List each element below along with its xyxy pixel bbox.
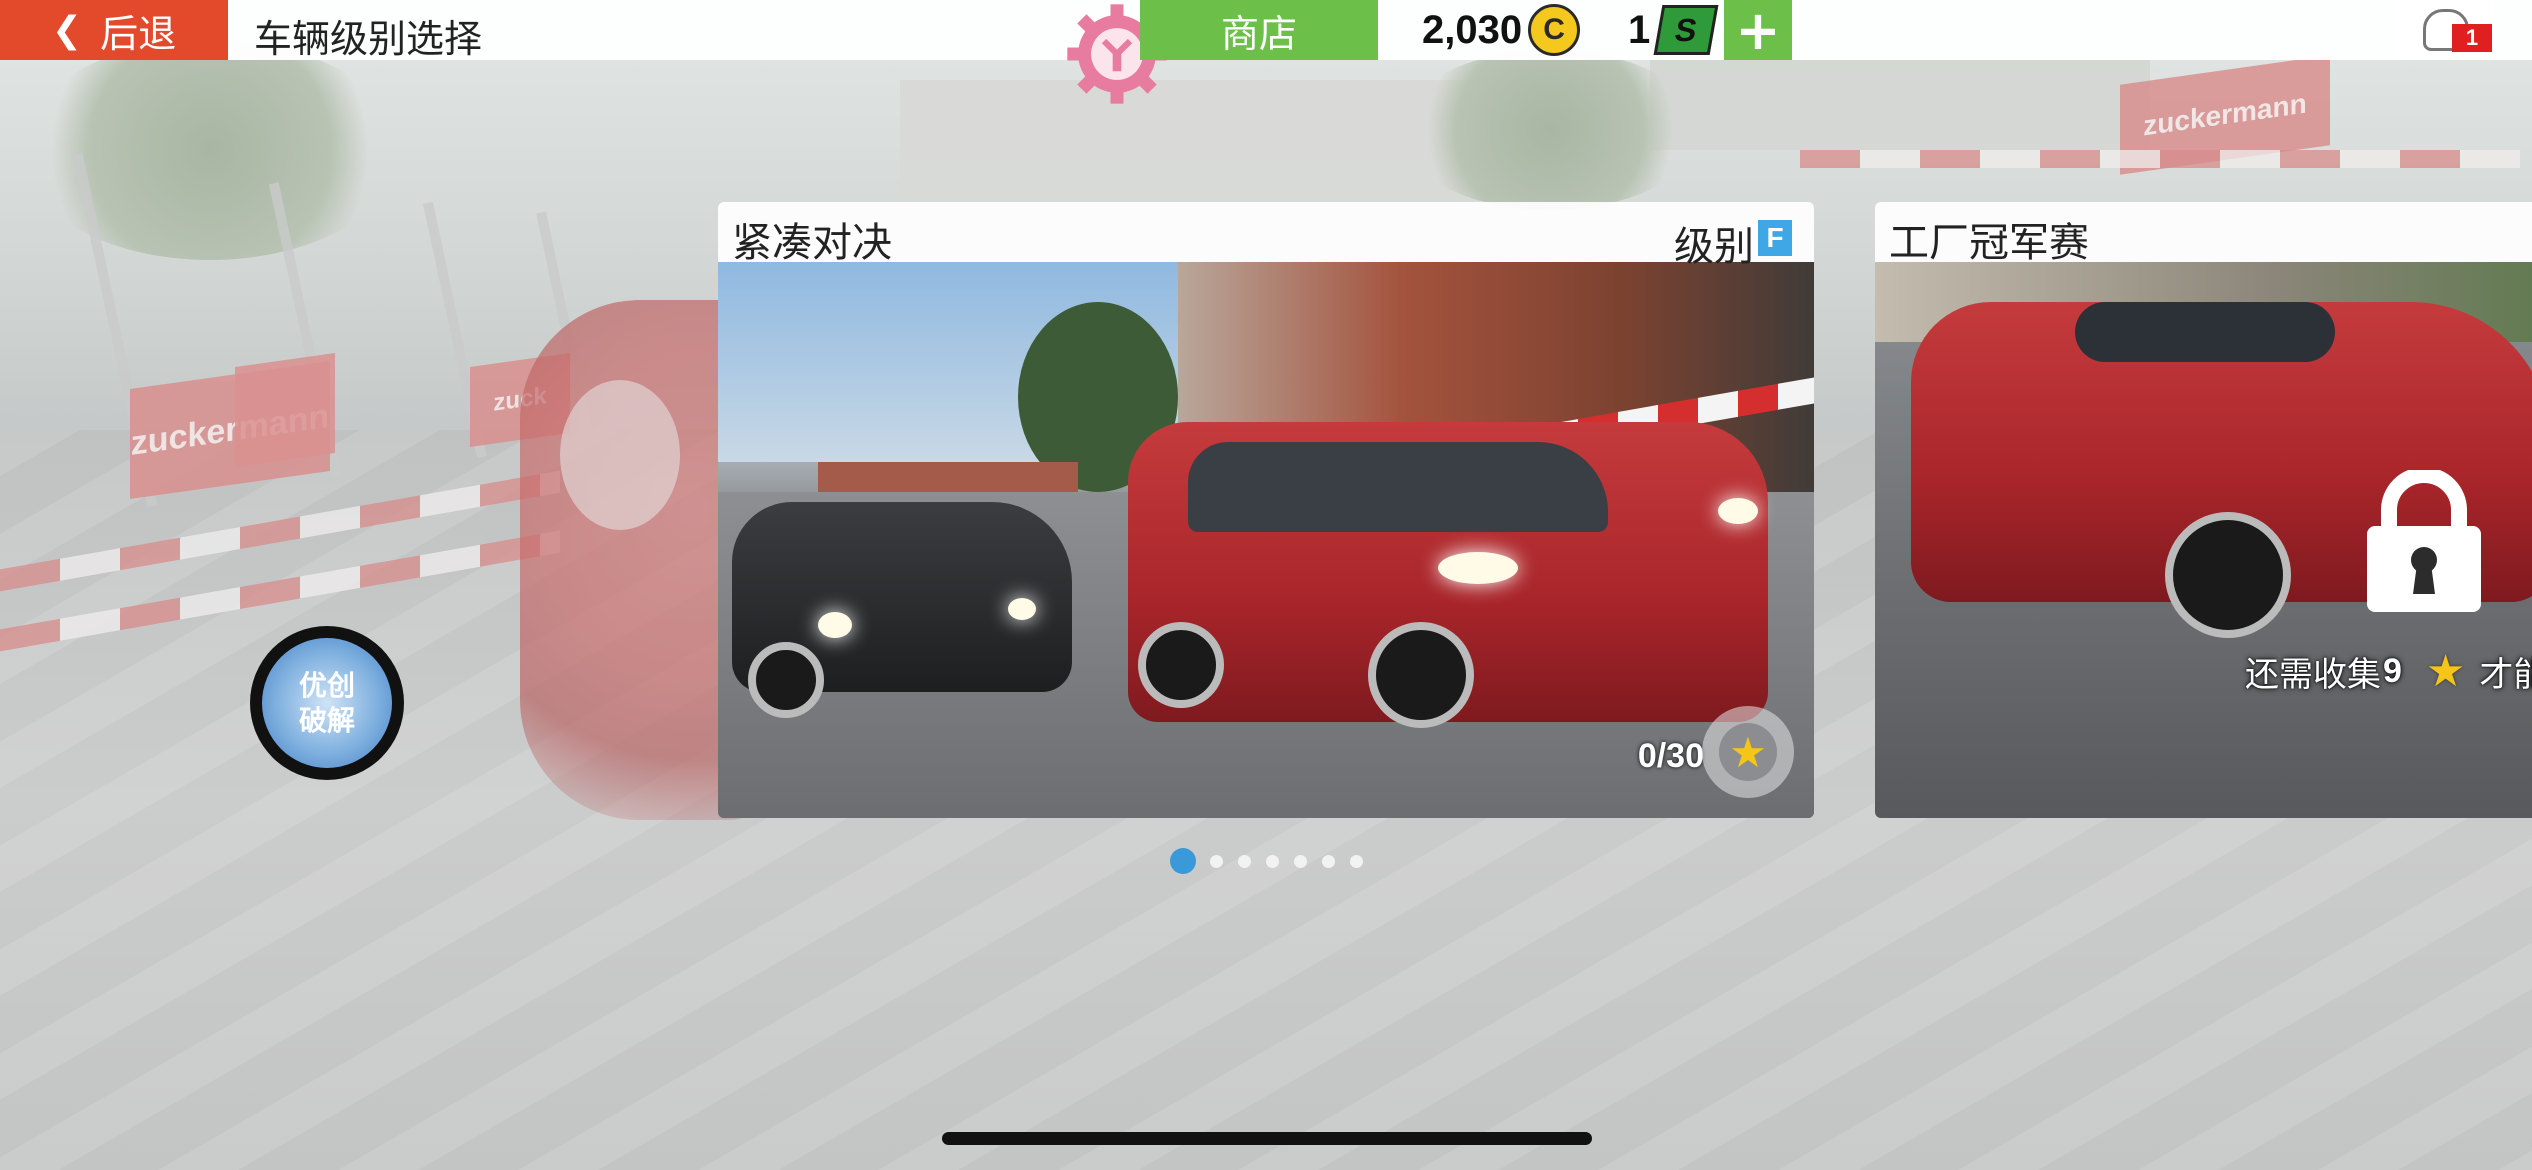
- card-header: 工厂冠军赛: [1875, 202, 2532, 266]
- page-dot[interactable]: [1266, 854, 1279, 868]
- card-class: 级别 F: [1674, 214, 1792, 272]
- black-car-headlight: [1008, 598, 1036, 620]
- background-building: [1650, 60, 2150, 150]
- unlock-count: 9: [2383, 652, 2402, 690]
- class-label: 级别: [1674, 224, 1754, 270]
- black-car-wheel: [748, 642, 824, 718]
- card-title: 工厂冠军赛: [1889, 220, 2089, 266]
- supercoin-amount: 1: [1628, 7, 1651, 52]
- page-dot[interactable]: [1322, 854, 1335, 868]
- background-car-light: [560, 380, 680, 530]
- series-card-compact[interactable]: 紧凑对决 级别 F 0/30 ★: [718, 202, 1814, 818]
- red-car-wheel: [1138, 622, 1224, 708]
- watermark-line2: 破解: [298, 704, 355, 737]
- lock-icon: [2361, 467, 2487, 612]
- coin-amount: 2,030: [1422, 7, 1523, 52]
- background-banner: [235, 352, 335, 468]
- red-car-wheel: [2165, 512, 2291, 638]
- coin-balance: 2,030 C: [1422, 0, 1581, 60]
- home-indicator[interactable]: [942, 1132, 1592, 1145]
- card-title: 紧凑对决: [732, 220, 892, 266]
- unlock-requirement: 还需收集 9 ★ 才能: [2245, 646, 2532, 697]
- supercoin-icon: S: [1653, 5, 1719, 55]
- page-dot[interactable]: [1350, 854, 1363, 868]
- star-icon: ★: [2425, 646, 2466, 697]
- page-title: 车辆级别选择: [254, 17, 483, 61]
- back-button[interactable]: ❮ 后退: [0, 0, 228, 60]
- star-icon: ★: [1719, 723, 1777, 781]
- page-dot[interactable]: [1210, 854, 1223, 868]
- unlock-suffix: 才能: [2479, 655, 2532, 695]
- star-progress: 0/30: [1637, 737, 1704, 775]
- watermark-badge[interactable]: 优创 破解: [250, 626, 404, 780]
- red-car-headlight: [1718, 498, 1758, 524]
- unlock-prefix: 还需收集: [2245, 655, 2381, 695]
- notification-badge: 1: [2452, 24, 2492, 52]
- watermark-inner: 优创 破解: [262, 638, 392, 768]
- red-car-window: [2075, 302, 2335, 362]
- page-indicator: [1170, 848, 1378, 874]
- red-car-headlight: [1438, 552, 1518, 584]
- coin-icon: C: [1528, 4, 1581, 56]
- red-car-wheel: [1368, 622, 1474, 728]
- red-car-window: [1188, 442, 1608, 532]
- back-label: 后退: [100, 11, 177, 56]
- supercoin-balance: 1 S: [1628, 0, 1719, 60]
- series-card-factory[interactable]: 工厂冠军赛 还需收集 9 ★ 才能: [1875, 202, 2532, 818]
- black-car-headlight: [818, 612, 852, 638]
- background-palm: [1400, 50, 1700, 210]
- shop-button[interactable]: 商店: [1140, 0, 1378, 60]
- page-dot[interactable]: [1294, 854, 1307, 868]
- star-progress-ring: ★: [1702, 706, 1794, 798]
- background-barrier: [1800, 150, 2520, 168]
- card-image: [718, 262, 1814, 818]
- chevron-left-icon: ❮: [51, 9, 83, 51]
- add-currency-button[interactable]: +: [1724, 0, 1792, 62]
- watermark-line1: 优创: [298, 669, 355, 702]
- class-badge: F: [1758, 220, 1792, 256]
- page-dot-active[interactable]: [1170, 848, 1196, 874]
- background-palm: [20, 40, 400, 260]
- card-header: 紧凑对决 级别 F: [718, 202, 1814, 270]
- page-dot[interactable]: [1238, 854, 1251, 868]
